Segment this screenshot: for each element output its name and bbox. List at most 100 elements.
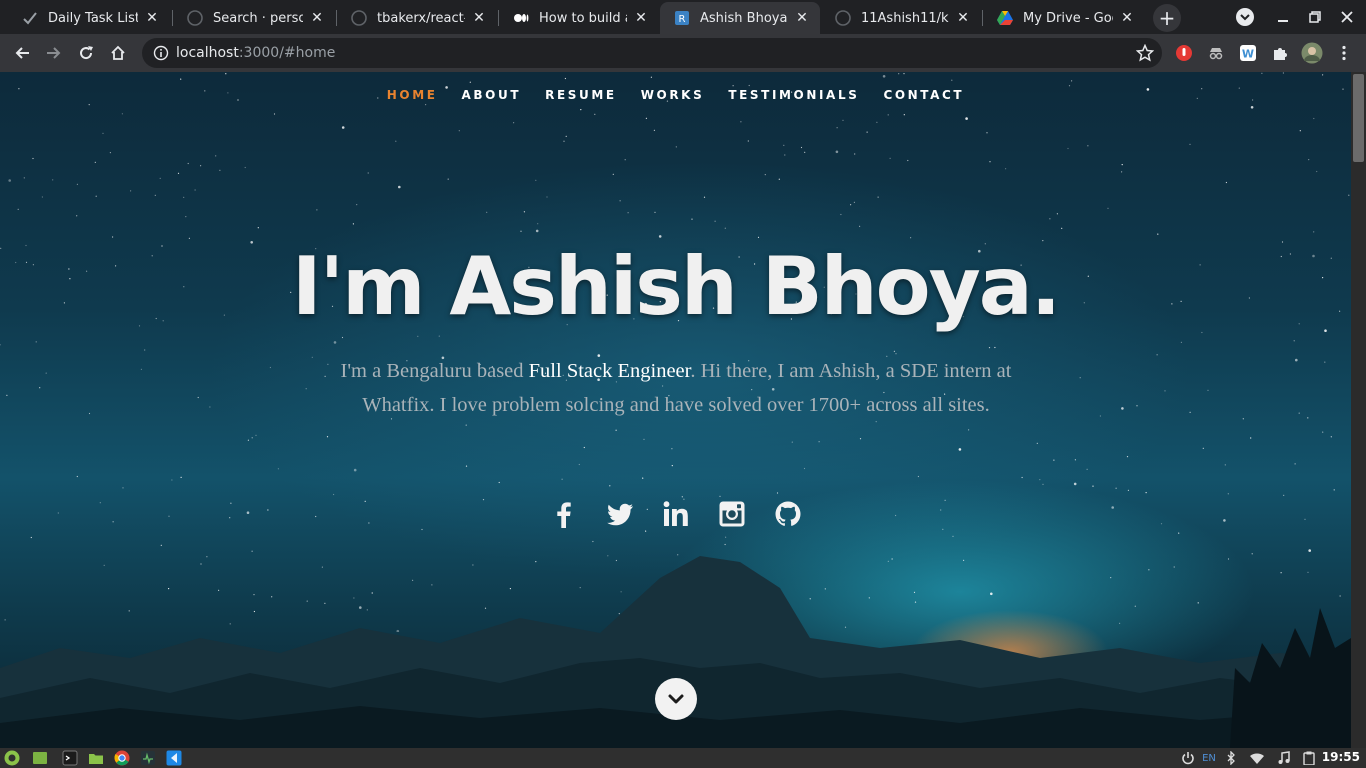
close-icon: [1341, 11, 1353, 23]
star: [102, 132, 104, 134]
bookmark-star-icon[interactable]: [1135, 43, 1155, 62]
star: [1313, 231, 1315, 233]
page-scrollbar[interactable]: [1351, 72, 1366, 748]
star: [1333, 489, 1335, 491]
tab-my-drive[interactable]: My Drive - Googl ✕: [983, 2, 1145, 34]
star: [803, 467, 806, 470]
star: [209, 406, 211, 408]
wifi-icon[interactable]: [1248, 750, 1266, 766]
info-icon[interactable]: [146, 45, 176, 61]
extension-incognito-icon[interactable]: [1206, 43, 1226, 63]
close-window-button[interactable]: [1336, 0, 1358, 34]
scrollbar-thumb[interactable]: [1353, 74, 1364, 162]
system-monitor-icon[interactable]: [140, 750, 156, 766]
files-icon[interactable]: [88, 750, 104, 766]
star: [594, 113, 596, 115]
show-desktop-icon[interactable]: [32, 750, 48, 766]
star: [1039, 479, 1041, 481]
music-icon[interactable]: [1276, 750, 1292, 766]
star: [154, 194, 156, 196]
star: [1121, 164, 1123, 166]
star: [535, 229, 539, 233]
intro-text-before: I'm a Bengaluru based: [340, 360, 529, 382]
keyboard-layout[interactable]: EN: [1200, 750, 1218, 766]
close-icon[interactable]: ✕: [794, 10, 810, 26]
star: [1071, 80, 1073, 82]
instagram-icon[interactable]: [715, 497, 749, 531]
close-icon[interactable]: ✕: [1119, 10, 1135, 26]
tab-daily-task-list[interactable]: Daily Task List ✕: [8, 2, 170, 34]
star: [244, 166, 246, 169]
forward-button[interactable]: [40, 39, 68, 67]
star: [654, 211, 656, 213]
tab-ashish-bhoya[interactable]: R Ashish Bhoya ✕: [660, 2, 820, 34]
nav-resume[interactable]: RESUME: [533, 88, 629, 102]
extensions-puzzle-icon[interactable]: [1270, 43, 1290, 63]
minimize-button[interactable]: [1272, 0, 1294, 34]
home-button[interactable]: [104, 39, 132, 67]
star: [1056, 213, 1058, 215]
star: [188, 237, 190, 239]
close-icon[interactable]: ✕: [471, 10, 487, 26]
star: [251, 437, 253, 439]
menu-dots-icon[interactable]: [1334, 43, 1354, 63]
power-icon[interactable]: [1180, 750, 1196, 766]
tab-title: Daily Task List: [48, 10, 138, 26]
maximize-button[interactable]: [1304, 0, 1326, 34]
tab-search-button[interactable]: [1232, 0, 1258, 34]
star: [757, 236, 760, 238]
new-tab-button[interactable]: +: [1153, 4, 1181, 32]
facebook-icon[interactable]: [547, 497, 581, 531]
tab-kaun[interactable]: 11Ashish11/kau ✕: [821, 2, 981, 34]
scroll-down-button[interactable]: [655, 678, 697, 720]
hero-headline: I'm Ashish Bhoya.: [291, 240, 1061, 333]
star: [1324, 361, 1326, 363]
star: [910, 237, 912, 239]
clipboard-icon[interactable]: [1302, 750, 1316, 766]
taskbar-clock[interactable]: 19:55: [1322, 750, 1360, 764]
star: [95, 195, 97, 197]
bluetooth-icon[interactable]: [1224, 750, 1238, 766]
tab-react-resume[interactable]: tbakerx/react-re ✕: [337, 2, 497, 34]
close-icon[interactable]: ✕: [144, 10, 160, 26]
star: [160, 544, 162, 546]
star: [398, 185, 401, 189]
browser-toolbar: localhost:3000/#home W: [0, 34, 1366, 72]
close-icon[interactable]: ✕: [309, 10, 325, 26]
nav-about[interactable]: ABOUT: [450, 88, 534, 102]
back-button[interactable]: [8, 39, 36, 67]
twitter-icon[interactable]: [603, 497, 637, 531]
linkedin-icon[interactable]: [659, 497, 693, 531]
vscode-icon[interactable]: [166, 750, 182, 766]
extension-red-icon[interactable]: [1174, 43, 1194, 63]
nav-works[interactable]: WORKS: [629, 88, 717, 102]
star: [1189, 143, 1191, 145]
star: [1127, 489, 1129, 491]
star: [465, 424, 467, 426]
reload-button[interactable]: [72, 39, 100, 67]
terminal-icon[interactable]: [62, 750, 78, 766]
minimize-icon: [1278, 20, 1288, 22]
github-icon[interactable]: [771, 497, 805, 531]
tab-search-persona[interactable]: Search · persona ✕: [173, 2, 335, 34]
react-icon: R: [674, 10, 690, 26]
star: [818, 441, 820, 443]
star: [783, 144, 785, 146]
address-bar[interactable]: localhost:3000/#home: [142, 38, 1162, 68]
nav-testimonials[interactable]: TESTIMONIALS: [716, 88, 871, 102]
star: [1036, 442, 1038, 444]
extension-w-icon[interactable]: W: [1238, 43, 1258, 63]
nav-contact[interactable]: CONTACT: [871, 88, 976, 102]
github-icon: [187, 10, 203, 26]
close-icon[interactable]: ✕: [955, 10, 971, 26]
tab-how-to-build[interactable]: How to build an ✕: [499, 2, 659, 34]
star: [650, 76, 653, 78]
start-menu-icon[interactable]: [4, 750, 20, 766]
chrome-icon[interactable]: [114, 750, 130, 766]
star: [1178, 532, 1180, 534]
star: [877, 196, 879, 198]
close-icon[interactable]: ✕: [633, 10, 649, 26]
nav-home[interactable]: HOME: [375, 88, 450, 102]
star: [356, 204, 358, 206]
profile-avatar[interactable]: [1301, 42, 1323, 64]
